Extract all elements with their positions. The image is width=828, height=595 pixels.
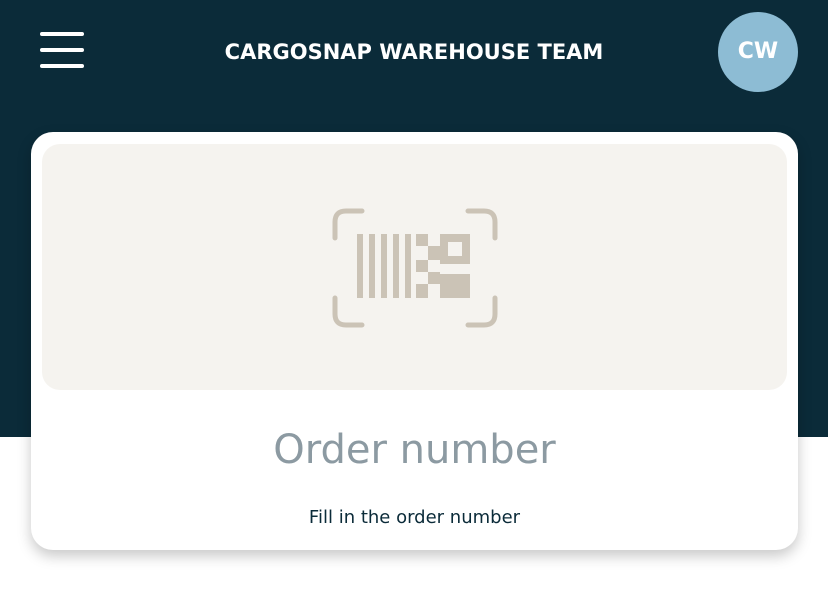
team-title: CARGOSNAP WAREHOUSE TEAM <box>224 40 604 64</box>
menu-bar-top <box>40 32 84 36</box>
barcode-scan-icon <box>332 208 498 328</box>
order-number-input[interactable] <box>151 502 678 532</box>
order-number-label: Order number <box>273 427 556 473</box>
order-card: Order number <box>31 132 798 550</box>
menu-bar-middle <box>40 48 84 52</box>
menu-button[interactable] <box>36 28 88 74</box>
menu-bar-bottom <box>40 64 84 68</box>
avatar[interactable]: CW <box>718 12 798 92</box>
scan-button[interactable] <box>42 144 787 390</box>
